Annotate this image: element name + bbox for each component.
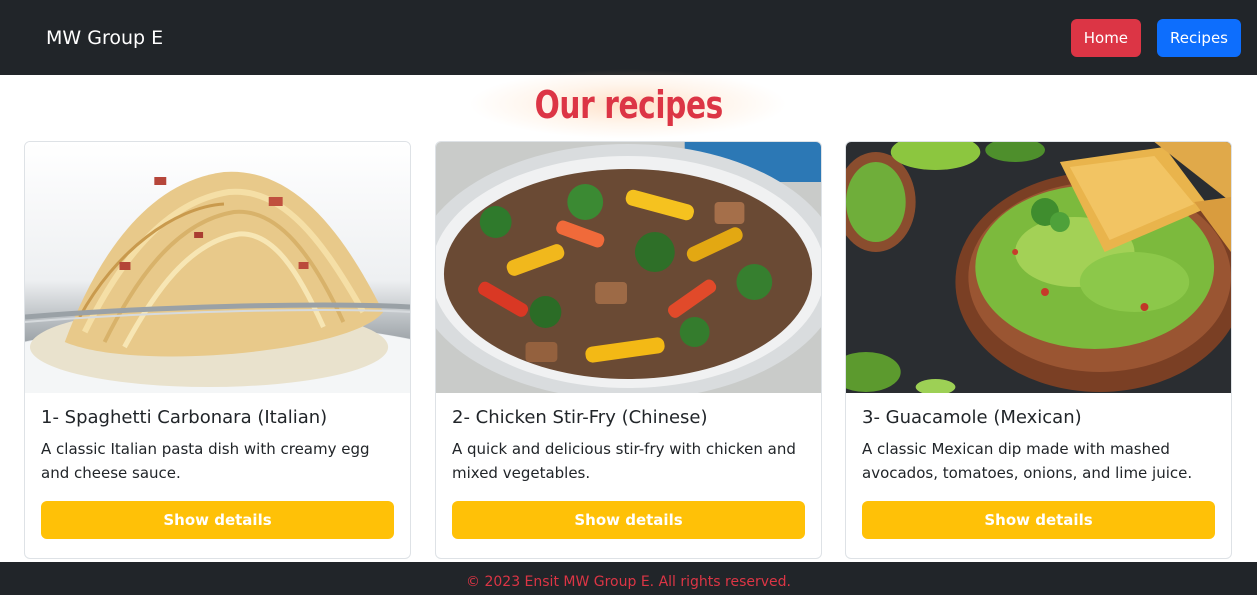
recipe-title: 1- Spaghetti Carbonara (Italian) [41, 407, 328, 428]
recipe-description: A quick and delicious stir-fry with chic… [452, 440, 796, 482]
show-details-button[interactable]: Show details [41, 501, 394, 539]
recipe-title: 3- Guacamole (Mexican) [862, 407, 1082, 428]
recipe-description: A classic Italian pasta dish with creamy… [41, 440, 370, 482]
recipe-title: 2- Chicken Stir-Fry (Chinese) [452, 407, 708, 428]
copyright-text: © 2023 Ensit MW Group E. All rights rese… [466, 573, 791, 590]
navbar: MW Group E Home Recipes [0, 0, 1257, 75]
card-body: 1- Spaghetti Carbonara (Italian) A class… [25, 393, 410, 539]
card-body: 2- Chicken Stir-Fry (Chinese) A quick an… [436, 393, 821, 539]
guacamole-image [846, 142, 1231, 393]
page-title: Our recipes [534, 83, 723, 127]
recipe-card: 1- Spaghetti Carbonara (Italian) A class… [24, 141, 411, 559]
recipes-button[interactable]: Recipes [1157, 18, 1241, 57]
heading-area: Our recipes [0, 69, 1257, 139]
nav-buttons: Home Recipes [1070, 18, 1241, 57]
recipe-cards: 1- Spaghetti Carbonara (Italian) A class… [24, 141, 1232, 559]
spaghetti-carbonara-image [25, 142, 410, 393]
recipe-description: A classic Mexican dip made with mashed a… [862, 440, 1193, 482]
recipe-card: 3- Guacamole (Mexican) A classic Mexican… [845, 141, 1232, 559]
show-details-button[interactable]: Show details [862, 501, 1215, 539]
brand-name[interactable]: MW Group E [46, 27, 163, 49]
show-details-button[interactable]: Show details [452, 501, 805, 539]
chicken-stir-fry-image [436, 142, 821, 393]
recipe-card: 2- Chicken Stir-Fry (Chinese) A quick an… [435, 141, 822, 559]
card-body: 3- Guacamole (Mexican) A classic Mexican… [846, 393, 1231, 539]
footer: © 2023 Ensit MW Group E. All rights rese… [0, 562, 1257, 595]
home-button[interactable]: Home [1070, 18, 1142, 57]
